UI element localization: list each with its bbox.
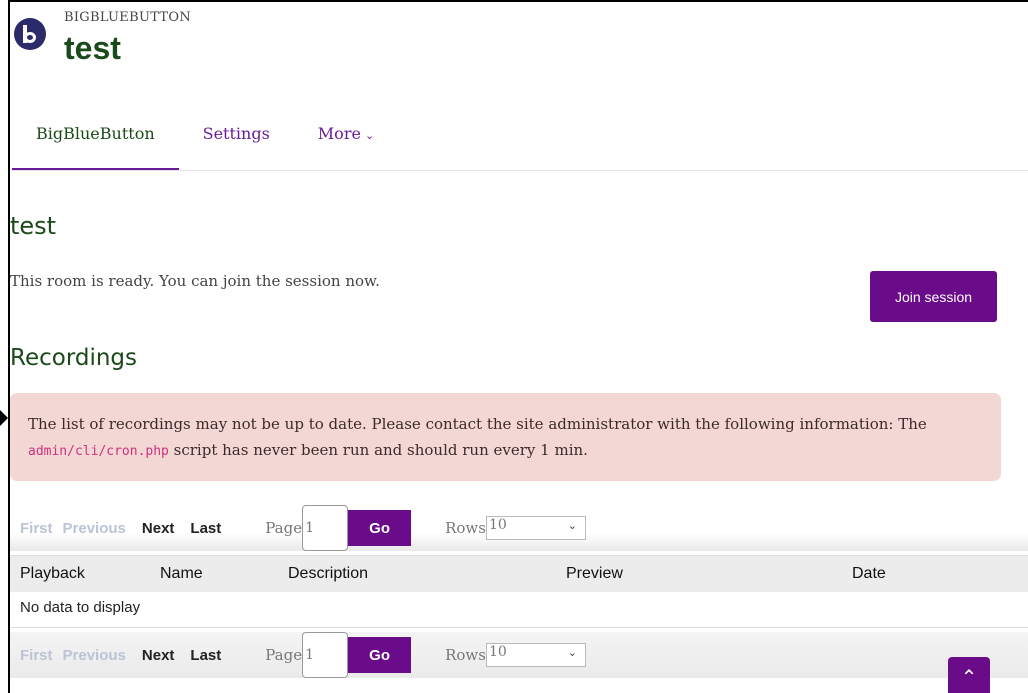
empty-table-message: No data to display [10, 592, 1028, 628]
pager-first[interactable]: First [20, 520, 53, 537]
chevron-down-icon: ⌄ [567, 519, 577, 532]
rows-label: Rows [445, 519, 486, 537]
recordings-heading: Recordings [10, 345, 138, 371]
pager-next[interactable]: Next [142, 647, 175, 664]
chevron-down-icon: ⌄ [364, 129, 375, 142]
tab-settings[interactable]: Settings [179, 120, 294, 168]
page-label: Page [265, 646, 303, 664]
back-to-top-button[interactable]: ⌃ [948, 657, 990, 693]
pager-previous[interactable]: Previous [63, 520, 126, 537]
table-header: Playback Name Description Preview Date [10, 555, 1028, 592]
page-input[interactable] [302, 505, 349, 551]
pager-previous[interactable]: Previous [63, 647, 126, 664]
alert-text: The list of recordings may not be up to … [28, 415, 927, 433]
pager-last[interactable]: Last [190, 647, 221, 664]
pager-top: First Previous Next Last Page Go Rows 10… [10, 505, 1028, 551]
bigbluebutton-logo-icon [14, 18, 46, 50]
rows-label: Rows [445, 646, 486, 664]
pager-next[interactable]: Next [142, 520, 175, 537]
mouse-cursor [0, 410, 8, 426]
secondary-nav: BigBlueButton Settings More ⌄ [12, 120, 398, 171]
tab-label: Settings [202, 124, 270, 143]
chevron-down-icon: ⌄ [567, 646, 577, 659]
join-session-button[interactable]: Join session [870, 271, 997, 322]
rows-select[interactable]: 10 ⌄ [485, 516, 586, 540]
tab-label: BigBlueButton [36, 124, 155, 143]
pager-bottom: First Previous Next Last Page Go Rows 10… [10, 632, 1028, 678]
site-name: BIGBLUEBUTTON [64, 10, 192, 25]
column-header-preview[interactable]: Preview [566, 565, 623, 583]
go-button[interactable]: Go [348, 637, 412, 673]
pager-last[interactable]: Last [190, 520, 221, 537]
tab-bigbluebutton[interactable]: BigBlueButton [12, 120, 179, 171]
recordings-alert: The list of recordings may not be up to … [10, 393, 1001, 481]
rows-value: 10 [488, 644, 507, 660]
column-header-description[interactable]: Description [288, 565, 368, 583]
go-button[interactable]: Go [348, 510, 412, 546]
room-status-text: This room is ready. You can join the ses… [10, 272, 380, 290]
pager-first[interactable]: First [20, 647, 53, 664]
page-input[interactable] [302, 632, 349, 678]
tab-more[interactable]: More ⌄ [294, 120, 398, 168]
page-frame: BIGBLUEBUTTON test BigBlueButton Setting… [8, 0, 1028, 693]
tabs-divider [12, 170, 1028, 171]
alert-text: script has never been run and should run… [168, 441, 588, 459]
alert-code: admin/cli/cron.php [28, 444, 169, 459]
rows-select[interactable]: 10 ⌄ [485, 643, 586, 667]
tab-label: More [317, 124, 361, 143]
column-header-playback[interactable]: Playback [20, 565, 85, 583]
column-header-name[interactable]: Name [160, 565, 203, 583]
chevron-up-icon: ⌃ [960, 665, 978, 689]
course-title: test [64, 30, 121, 66]
rows-value: 10 [488, 517, 507, 533]
page-label: Page [265, 519, 303, 537]
room-title: test [10, 212, 57, 240]
column-header-date[interactable]: Date [852, 565, 886, 583]
